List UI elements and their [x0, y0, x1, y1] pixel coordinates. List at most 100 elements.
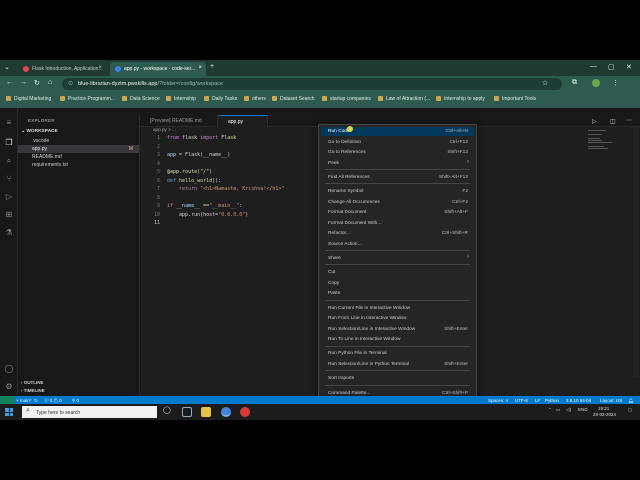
menu-item-run-to-line-interactive[interactable]: Run To Line in Interactive Window [321, 335, 474, 344]
taskbar-search-input[interactable]: Type here to search [22, 406, 157, 418]
editor-tab-readme-preview[interactable]: [Preview] README.md [140, 115, 218, 127]
clock-date[interactable]: 28-03-2024 [593, 412, 616, 417]
bookmark-item[interactable]: others [244, 96, 266, 102]
clock-time[interactable]: 19:21 [598, 406, 609, 411]
menu-item-copy[interactable]: Copy [321, 279, 474, 288]
source-control-icon[interactable]: ⑂ [4, 174, 14, 184]
tray-chevron-icon[interactable]: ⌃ [548, 407, 552, 413]
notifications-bell-icon[interactable]: 🔔︎ [628, 398, 634, 404]
run-debug-icon[interactable]: ▷ [4, 192, 14, 202]
close-icon[interactable]: × [98, 65, 102, 71]
timeline-section[interactable]: › TIMELINE [21, 388, 45, 393]
profile-avatar[interactable] [592, 79, 600, 87]
more-menu-icon[interactable]: ⋮ [612, 79, 619, 87]
url-bar[interactable]: ⊙ blue-librarian-dyztm.pwskills.app/?fol… [62, 78, 562, 90]
menu-item-run-selection-interactive[interactable]: Run Selection/Line in Interactive Window… [321, 325, 474, 334]
reload-icon[interactable]: ↻ [34, 79, 40, 87]
editor-tab-app-py[interactable]: app.py [218, 115, 268, 127]
bookmark-item[interactable]: Data Science [122, 96, 160, 102]
menu-item-peek[interactable]: Peek › [321, 159, 474, 168]
home-icon[interactable]: ⌂ [48, 79, 52, 86]
back-icon[interactable]: ← [6, 79, 13, 86]
menu-item-run-selection-python-terminal[interactable]: Run Selection/Line in Python Terminal Shi… [321, 360, 474, 369]
extensions-icon[interactable]: ⊞ [4, 210, 14, 220]
menu-icon[interactable]: ≡ [4, 118, 14, 128]
bookmark-item[interactable]: Internship [166, 96, 196, 102]
close-icon[interactable]: × [198, 65, 202, 71]
maximize-icon[interactable]: ▢ [608, 63, 615, 71]
ports-indicator[interactable]: ⚲ 0 [72, 398, 79, 404]
minimap[interactable] [588, 130, 624, 160]
outline-section[interactable]: › OUTLINE [21, 380, 44, 385]
remote-indicator-icon[interactable] [0, 396, 14, 404]
bookmark-item[interactable]: Dataset Search [272, 96, 314, 102]
bookmark-item[interactable]: startup companies [322, 96, 371, 102]
menu-item-run-file-interactive[interactable]: Run Current File in Interactive Window [321, 304, 474, 313]
task-view-icon[interactable]: ◯ [163, 406, 171, 414]
split-editor-icon[interactable]: ◫ [610, 118, 616, 125]
screen-recorder-icon[interactable] [240, 407, 250, 417]
windows-start-icon[interactable] [5, 408, 13, 416]
menu-item-cut[interactable]: Cut [321, 268, 474, 277]
tree-item-requirements[interactable]: requirements.txt [18, 161, 139, 169]
input-language[interactable]: ENG [578, 407, 588, 412]
editor-scrollbar[interactable] [633, 127, 639, 377]
python-interpreter[interactable]: 3.8.10 64-bit [566, 398, 591, 403]
volume-icon[interactable]: ◁) [566, 407, 571, 413]
menu-item-refactor[interactable]: Refactor... Ctrl+Shift+R [321, 229, 474, 238]
menu-item-format-document[interactable]: Format Document Shift+Alt+F [321, 208, 474, 217]
menu-item-paste[interactable]: Paste [321, 289, 474, 298]
problems-indicator[interactable]: ⓧ 0 ⚠ 0 [44, 398, 62, 404]
bookmark-item[interactable]: Law of Attraction (... [378, 96, 430, 102]
menu-item-run-python-file-terminal[interactable]: Run Python File in Terminal [321, 349, 474, 358]
chrome-icon[interactable] [221, 407, 231, 417]
menu-item-format-document-with[interactable]: Format Document With... [321, 219, 474, 228]
git-branch[interactable]: ⑂ main* [16, 398, 31, 403]
menu-item-run-from-line-interactive[interactable]: Run From Line in Interactive Window [321, 314, 474, 323]
breadcrumb[interactable]: app.py > ... [153, 127, 176, 132]
account-icon[interactable]: ◯ [4, 364, 14, 374]
browser-tab-code-server[interactable]: app.py - workspace - code-ser... × [110, 62, 206, 76]
settings-gear-icon[interactable]: ⚙ [4, 382, 14, 392]
search-icon[interactable]: ⌕ [4, 156, 14, 166]
explorer-icon[interactable]: ❐ [4, 138, 14, 148]
notifications-icon[interactable]: ▢ [628, 407, 632, 413]
keyboard-layout[interactable]: Layout: US [600, 398, 622, 403]
menu-item-go-to-definition[interactable]: Go to Definition Ctrl+F12 [321, 138, 474, 147]
tab-search-icon[interactable]: ⌄ [4, 63, 10, 71]
workspace-folder[interactable]: ⌄ WORKSPACE [21, 129, 58, 134]
close-window-icon[interactable]: ✕ [626, 63, 632, 71]
tree-item-app-py[interactable]: app.py M [18, 145, 139, 153]
widget-app-icon[interactable] [182, 407, 192, 417]
browser-tab-flask[interactable]: Flask Introduction, Application... × [18, 62, 106, 76]
menu-item-rename-symbol[interactable]: Rename Symbol F2 [321, 187, 474, 196]
file-explorer-icon[interactable] [201, 407, 211, 417]
bookmark-item[interactable]: Daily Tasks [204, 96, 237, 102]
new-tab-plus-icon[interactable]: + [210, 63, 214, 70]
network-icon[interactable]: ▭ [556, 407, 560, 413]
minimize-icon[interactable]: — [590, 63, 597, 70]
run-python-icon[interactable]: ▷ [592, 118, 597, 125]
more-actions-icon[interactable]: ⋯ [626, 117, 632, 124]
tree-item-vscode[interactable]: .vscode [18, 137, 139, 145]
bookmark-item[interactable]: Internship to apply [436, 96, 485, 102]
menu-item-source-action[interactable]: Source Action... [321, 240, 474, 249]
extensions-icon[interactable]: ⧉ [572, 79, 577, 87]
menu-item-sort-imports[interactable]: Sort Imports [321, 374, 474, 383]
bookmark-item[interactable]: Practice Programm... [60, 96, 115, 102]
sync-icon[interactable]: ↻ [34, 398, 38, 404]
tree-item-readme[interactable]: README.md [18, 153, 139, 161]
menu-item-run-code[interactable]: Run Code Ctrl+Alt+N [321, 127, 474, 136]
menu-item-change-all-occurrences[interactable]: Change All Occurrences Ctrl+F2 [321, 198, 474, 207]
encoding[interactable]: UTF-8 [515, 398, 528, 403]
indentation[interactable]: Spaces: 4 [488, 398, 508, 403]
site-info-icon[interactable]: ⊙ [68, 80, 73, 87]
menu-item-find-all-references[interactable]: Find All References Shift+Alt+F12 [321, 173, 474, 182]
bookmark-item[interactable]: Important Tools [494, 96, 536, 102]
line-ending[interactable]: LF [535, 398, 540, 403]
menu-item-share[interactable]: Share › [321, 254, 474, 263]
menu-item-go-to-references[interactable]: Go to References Shift+F12 [321, 148, 474, 157]
bookmark-item[interactable]: Digital Marketing [6, 96, 51, 102]
language-mode[interactable]: Python [545, 398, 559, 403]
forward-icon[interactable]: → [20, 79, 27, 86]
